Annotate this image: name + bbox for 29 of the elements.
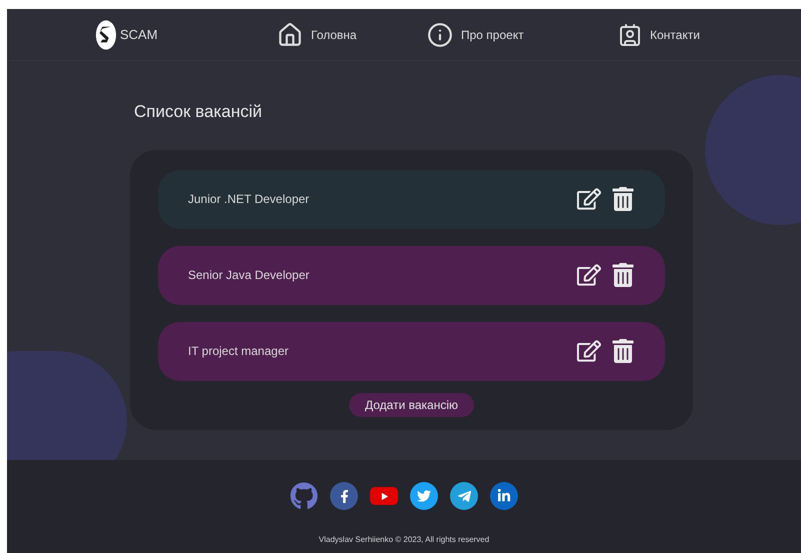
edit-button[interactable] (576, 338, 602, 364)
copyright-text: Vladyslav Serhiienko © 2023, All rights reserved (318, 534, 490, 546)
nav-link[interactable]: Контакти (650, 26, 700, 44)
logo-icon[interactable] (95, 18, 117, 50)
vacancy-row[interactable]: Senior Java Developer (158, 246, 665, 304)
nav-link[interactable]: Головна (311, 26, 357, 44)
edit-button[interactable] (576, 262, 602, 288)
contact-book-icon (618, 22, 642, 46)
edit-button[interactable] (576, 186, 602, 212)
telegram-icon[interactable] (450, 482, 478, 510)
vacancy-row[interactable]: IT project manager (158, 322, 665, 380)
logo-text: SCAM (120, 26, 158, 44)
facebook-icon[interactable] (330, 482, 358, 510)
github-icon[interactable] (290, 482, 318, 510)
delete-button[interactable] (611, 338, 635, 364)
vacancy-title: IT project manager (188, 343, 290, 360)
vacancy-row[interactable]: Junior .NET Developer (158, 170, 665, 228)
delete-button[interactable] (611, 186, 635, 212)
linkedin-icon[interactable] (490, 482, 518, 510)
twitter-icon[interactable] (410, 482, 438, 510)
page-title: Список вакансій (134, 101, 264, 123)
house-icon (277, 22, 303, 48)
add-vacancy-button[interactable]: Додати вакансію (348, 392, 474, 416)
delete-button[interactable] (611, 262, 635, 288)
info-icon (427, 22, 453, 48)
nav-link[interactable]: Про проект (461, 26, 524, 44)
vacancy-title: Junior .NET Developer (188, 191, 310, 208)
youtube-icon[interactable] (370, 487, 398, 505)
vacancy-title: Senior Java Developer (188, 267, 310, 284)
